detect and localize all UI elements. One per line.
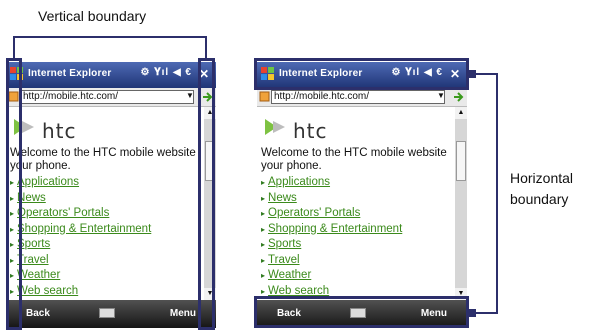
link-list: ▸ Applications ▸ News ▸ Operators' Portals … [10,175,151,299]
bullet-icon: ▸ [261,240,266,249]
scroll-up-icon[interactable]: ▲ [455,107,467,119]
address-input[interactable]: http://mobile.htc.com/ [20,90,194,104]
bullet-icon: ▸ [261,255,266,265]
link-weather[interactable]: Weather [268,269,311,281]
go-arrow-icon[interactable] [452,90,465,103]
link-web-search[interactable]: Web search [17,285,78,297]
vertical-boundary-left-highlight [6,58,22,330]
horizontal-bracket-vertical [496,73,498,314]
address-bar: http://mobile.htc.com/ ▼ [6,88,216,107]
horizontal-boundary-bottom-highlight [254,296,469,328]
list-item: ▸ Operators' Portals [261,206,402,222]
list-item: ▸ Sports [10,237,151,253]
link-operators-portals[interactable]: Operators' Portals [17,207,109,219]
vertical-bracket-top [13,36,207,38]
link-sports[interactable]: Sports [268,238,301,250]
list-item: ▸ News [10,191,151,207]
phone-screen-left: Internet Explorer ⚙ 𝐘ıl ◀ € ✕ http://mob… [6,62,216,328]
status-icons[interactable]: ⚙ 𝐘ıl ◀ € [140,67,192,78]
link-applications[interactable]: Applications [17,176,79,188]
htc-logo-text: htc [42,119,77,143]
bullet-icon: ▸ [261,224,266,234]
page-content: htc Welcome to the HTC mobile website yo… [257,107,455,300]
list-item: ▸ Applications [10,175,151,191]
htc-logo-icon [265,119,285,135]
horizontal-boundary-caption-line1: Horizontal [510,170,574,186]
welcome-text: Welcome to the HTC mobile website your p… [10,147,204,173]
keyboard-icon[interactable] [99,308,115,318]
link-applications[interactable]: Applications [268,176,330,188]
app-title: Internet Explorer [28,68,112,79]
link-list: ▸ Applications ▸ News ▸ Operators' Portals … [261,175,402,299]
htc-logo-text: htc [293,119,328,143]
bullet-icon: ▸ [261,209,266,218]
vertical-bracket-left-drop [13,36,15,60]
scroll-thumb[interactable] [456,141,466,181]
link-operators-portals[interactable]: Operators' Portals [268,207,360,219]
chevron-down-icon[interactable]: ▼ [437,91,445,100]
welcome-line-2: your phone. [10,160,71,172]
vertical-boundary-caption: Vertical boundary [38,8,147,24]
list-item: ▸ Operators' Portals [10,206,151,222]
bullet-icon: ▸ [261,271,266,280]
welcome-line-1: Welcome to the HTC mobile website [10,147,196,159]
link-sports[interactable]: Sports [17,238,50,250]
bullet-icon: ▸ [261,286,266,296]
bullet-icon: ▸ [261,178,266,187]
list-item: ▸ Weather [10,268,151,284]
htc-logo: htc [12,113,92,143]
address-input[interactable]: http://mobile.htc.com/ [271,90,445,104]
link-news[interactable]: News [268,192,297,204]
connector-square-bottom [468,309,476,317]
welcome-line-1: Welcome to the HTC mobile website [261,147,447,159]
link-shopping[interactable]: Shopping & Entertainment [268,223,402,235]
list-item: ▸ Shopping & Entertainment [261,222,402,238]
link-shopping[interactable]: Shopping & Entertainment [17,223,151,235]
list-item: ▸ Travel [10,253,151,269]
horizontal-bracket-bottom [474,312,497,314]
page-icon [259,91,270,102]
list-item: ▸ Applications [261,175,402,191]
chevron-down-icon[interactable]: ▼ [186,91,194,100]
welcome-line-2: your phone. [261,160,322,172]
list-item: ▸ Web search [10,284,151,300]
link-travel[interactable]: Travel [268,254,300,266]
back-softkey[interactable]: Back [26,308,50,319]
horizontal-boundary-top-highlight [254,58,469,90]
page-content: htc Welcome to the HTC mobile website yo… [6,107,204,300]
phone-screen-right: Internet Explorer ⚙ 𝐘ıl ◀ € ✕ http://mob… [257,62,467,328]
title-bar: Internet Explorer ⚙ 𝐘ıl ◀ € ✕ [6,62,216,88]
bullet-icon: ▸ [261,193,266,203]
link-web-search[interactable]: Web search [268,285,329,297]
link-weather[interactable]: Weather [17,269,60,281]
list-item: ▸ Shopping & Entertainment [10,222,151,238]
softkey-bar: Back Menu [6,300,216,328]
horizontal-boundary-caption-line2: boundary [510,191,569,207]
vertical-scrollbar[interactable]: ▲ ▼ [455,107,467,300]
htc-logo: htc [263,113,343,143]
horizontal-bracket-top [474,73,497,75]
address-bar: http://mobile.htc.com/ ▼ [257,88,467,107]
list-item: ▸ Sports [261,237,402,253]
list-item: ▸ Travel [261,253,402,269]
list-item: ▸ Weather [261,268,402,284]
list-item: ▸ News [261,191,402,207]
menu-softkey[interactable]: Menu [170,308,196,319]
welcome-text: Welcome to the HTC mobile website your p… [261,147,455,173]
vertical-boundary-right-highlight [198,58,215,330]
vertical-bracket-right-drop [205,36,207,60]
